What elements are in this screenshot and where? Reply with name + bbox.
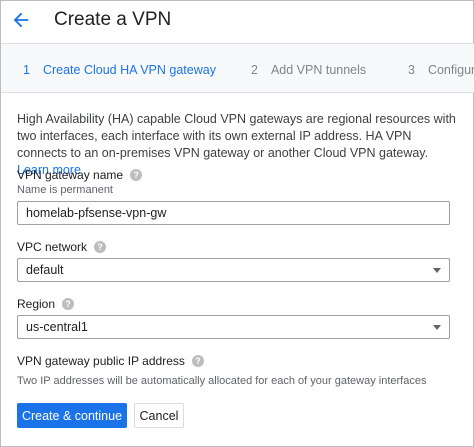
- help-icon[interactable]: ?: [191, 355, 204, 367]
- region-select[interactable]: us-central1: [17, 315, 450, 339]
- region-label-text: Region: [17, 297, 56, 311]
- step-label: Add VPN tunnels: [270, 63, 367, 77]
- help-icon[interactable]: ?: [94, 241, 107, 253]
- description-text: High Availability (HA) capable Cloud VPN…: [17, 112, 456, 160]
- vpc-network-label: VPC network ?: [17, 240, 107, 254]
- dropdown-arrow-icon: [433, 325, 441, 330]
- vpc-network-value: default: [26, 263, 64, 277]
- gateway-name-hint: Name is permanent: [17, 184, 113, 196]
- page-header: Create a VPN: [1, 1, 474, 42]
- stepper: 1 Create Cloud HA VPN gateway 2 Add VPN tu…: [1, 43, 474, 93]
- cancel-button[interactable]: Cancel: [134, 403, 184, 428]
- region-label: Region ?: [17, 297, 75, 311]
- vpc-network-select[interactable]: default: [17, 258, 450, 282]
- help-icon[interactable]: ?: [62, 298, 75, 310]
- back-button[interactable]: [10, 9, 32, 31]
- step-number: 1: [23, 63, 30, 77]
- help-icon[interactable]: ?: [130, 169, 143, 181]
- gateway-name-label-text: VPN gateway name: [17, 168, 124, 182]
- region-value: us-central1: [26, 320, 88, 334]
- page-title: Create a VPN: [54, 9, 172, 30]
- step-add-tunnels[interactable]: 2 Add VPN tunnels: [251, 63, 366, 77]
- gateway-name-label: VPN gateway name ?: [17, 168, 143, 182]
- gateway-name-input[interactable]: [17, 201, 450, 225]
- step-configure[interactable]: 3 Configure: [408, 63, 474, 77]
- arrow-back-icon: [13, 12, 29, 28]
- public-ip-label-text: VPN gateway public IP address: [17, 354, 185, 368]
- step-label: Create Cloud HA VPN gateway: [42, 63, 216, 77]
- step-create-gateway[interactable]: 1 Create Cloud HA VPN gateway: [23, 63, 216, 77]
- vpc-network-label-text: VPC network: [17, 240, 88, 254]
- public-ip-hint: Two IP addresses will be automatically a…: [17, 375, 427, 387]
- public-ip-label: VPN gateway public IP address ?: [17, 354, 204, 368]
- step-number: 3: [408, 63, 415, 77]
- step-label: Configure: [427, 63, 474, 77]
- create-continue-button[interactable]: Create & continue: [17, 403, 127, 428]
- step-number: 2: [251, 63, 258, 77]
- dropdown-arrow-icon: [433, 268, 441, 273]
